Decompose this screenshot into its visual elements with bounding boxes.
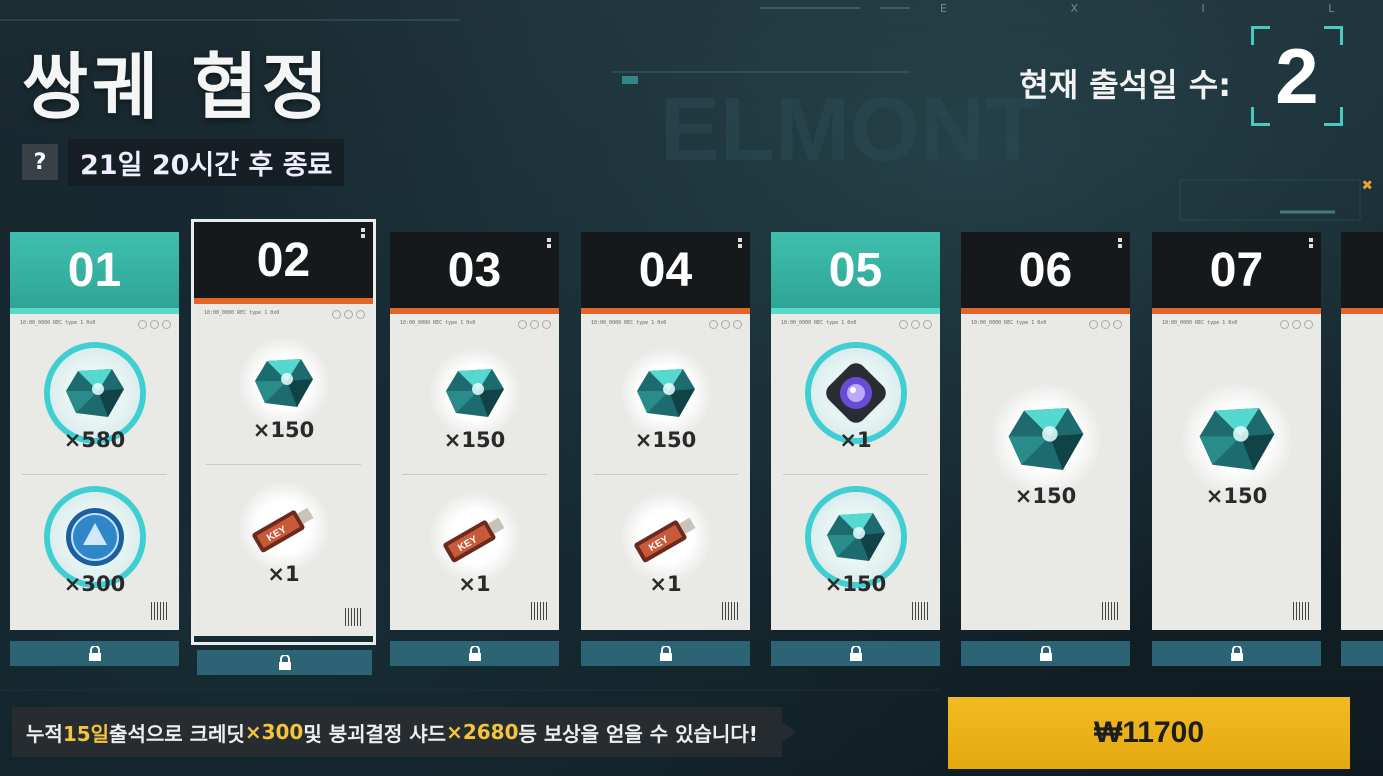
reward-item: ×150 bbox=[194, 338, 373, 442]
crystal-icon bbox=[1181, 384, 1292, 494]
hud-decoration: ✖ bbox=[1362, 175, 1373, 196]
attendance-value: 2 bbox=[1275, 31, 1319, 120]
day-number: 06 bbox=[1018, 243, 1073, 297]
svg-text:ELMONT: ELMONT bbox=[660, 80, 1040, 180]
card-rewards: 10:00_0000 REC type 1 0x0 ×150 bbox=[961, 314, 1130, 630]
day-card-next-partial bbox=[1341, 232, 1383, 630]
reward-item: ×150 bbox=[771, 492, 940, 596]
day-card-header: 01 bbox=[10, 232, 179, 308]
day-number: 05 bbox=[828, 243, 883, 297]
brand-letters: E X I L I U M bbox=[940, 2, 1383, 15]
lock-icon bbox=[849, 645, 862, 661]
attendance-label: 현재 출석일 수: bbox=[1019, 66, 1231, 104]
day-number: 02 bbox=[256, 233, 311, 287]
crystal-icon bbox=[429, 348, 520, 438]
reward-item: ×300 bbox=[10, 492, 179, 596]
lock-icon bbox=[88, 645, 101, 661]
crystal-icon bbox=[49, 348, 140, 438]
crystal-icon bbox=[990, 384, 1101, 494]
reward-qty: ×150 bbox=[443, 428, 506, 452]
lock-bar bbox=[390, 641, 559, 666]
lock-bar bbox=[10, 641, 179, 666]
reward-qty: ×1 bbox=[649, 572, 682, 596]
reward-qty: ×150 bbox=[1014, 484, 1077, 508]
reward-qty: ×150 bbox=[1205, 484, 1268, 508]
crystal-icon bbox=[620, 348, 711, 438]
crystal-icon bbox=[810, 492, 901, 582]
lock-bar bbox=[197, 650, 372, 675]
cumulative-reward-message: 누적 15일 출석으로 크레딧 ×300 및 붕괴결정 샤드 ×2680 등 보… bbox=[12, 707, 796, 757]
day-card-01[interactable]: 01 10:00_0000 REC type 1 0x0 ×580 ×300 bbox=[10, 232, 179, 630]
reward-item: KEY ×1 bbox=[390, 492, 559, 596]
credit-coin-icon bbox=[49, 492, 140, 582]
purchase-button[interactable]: ₩11700 bbox=[948, 697, 1350, 769]
card-rewards: 10:00_0000 REC type 1 0x0 ×580 ×300 bbox=[10, 314, 179, 630]
lock-bar bbox=[961, 641, 1130, 666]
day-number: 01 bbox=[67, 243, 122, 297]
day-card-header: 03 bbox=[390, 232, 559, 308]
reward-qty: ×150 bbox=[824, 572, 887, 596]
lock-bar bbox=[771, 641, 940, 666]
reward-qty: ×150 bbox=[634, 428, 697, 452]
reward-qty: ×1 bbox=[458, 572, 491, 596]
reward-item: KEY ×1 bbox=[194, 482, 373, 586]
lock-icon bbox=[468, 645, 481, 661]
lock-icon bbox=[1230, 645, 1243, 661]
key-icon: KEY bbox=[620, 492, 711, 582]
lock-bar bbox=[1341, 641, 1383, 666]
attendance-value-box: 2 bbox=[1251, 26, 1343, 126]
day-card-02[interactable]: 02 10:00_0000 REC type 1 0x0 ×150 KEY ×1 bbox=[191, 219, 376, 645]
lock-icon bbox=[278, 654, 291, 670]
day-card-header: 04 bbox=[581, 232, 750, 308]
day-card-06[interactable]: 06 10:00_0000 REC type 1 0x0 ×150 bbox=[961, 232, 1130, 630]
day-number: 03 bbox=[447, 243, 502, 297]
lock-icon bbox=[659, 645, 672, 661]
reward-qty: ×580 bbox=[63, 428, 126, 452]
reward-qty: ×300 bbox=[63, 572, 126, 596]
card-rewards: 10:00_0000 REC type 1 0x0 ×150 KEY ×1 bbox=[581, 314, 750, 630]
card-rewards: 10:00_0000 REC type 1 0x0 ×150 KEY ×1 bbox=[390, 314, 559, 630]
reward-item: ×150 bbox=[390, 348, 559, 452]
help-button[interactable]: ? bbox=[22, 144, 58, 180]
key-icon: KEY bbox=[238, 482, 329, 572]
event-timer-row: ? 21일 20시간 후 종료 bbox=[22, 138, 345, 186]
core-device-icon bbox=[810, 348, 901, 438]
day-number: 07 bbox=[1209, 243, 1264, 297]
reward-item: ×150 bbox=[581, 348, 750, 452]
card-rewards: 10:00_0000 REC type 1 0x0 ×150 KEY ×1 bbox=[194, 304, 373, 636]
reward-item: ×580 bbox=[10, 348, 179, 452]
day-card-header: 05 bbox=[771, 232, 940, 308]
card-rewards: 10:00_0000 REC type 1 0x0 ×1 ×150 bbox=[771, 314, 940, 630]
day-card-07[interactable]: 07 10:00_0000 REC type 1 0x0 ×150 bbox=[1152, 232, 1321, 630]
reward-qty: ×1 bbox=[839, 428, 872, 452]
day-card-05[interactable]: 05 10:00_0000 REC type 1 0x0 ×1 ×150 bbox=[771, 232, 940, 630]
key-icon: KEY bbox=[429, 492, 520, 582]
event-timer: 21일 20시간 후 종료 bbox=[68, 138, 345, 186]
day-card-header: 06 bbox=[961, 232, 1130, 308]
card-rewards: 10:00_0000 REC type 1 0x0 ×150 bbox=[1152, 314, 1321, 630]
attendance-counter: 현재 출석일 수: 2 bbox=[1019, 26, 1343, 126]
reward-item: ×150 bbox=[961, 384, 1130, 508]
event-title: 쌍궤 협정 bbox=[22, 45, 333, 129]
day-card-header: 02 bbox=[194, 222, 373, 298]
reward-item: ×1 bbox=[771, 348, 940, 452]
lock-bar bbox=[581, 641, 750, 666]
lock-icon bbox=[1039, 645, 1052, 661]
day-card-03[interactable]: 03 10:00_0000 REC type 1 0x0 ×150 KEY ×1 bbox=[390, 232, 559, 630]
reward-qty: ×1 bbox=[267, 562, 300, 586]
reward-qty: ×150 bbox=[252, 418, 315, 442]
lock-bar bbox=[1152, 641, 1321, 666]
day-card-header: 07 bbox=[1152, 232, 1321, 308]
reward-item: ×150 bbox=[1152, 384, 1321, 508]
crystal-icon bbox=[238, 338, 329, 428]
day-number: 04 bbox=[638, 243, 693, 297]
day-card-04[interactable]: 04 10:00_0000 REC type 1 0x0 ×150 KEY ×1 bbox=[581, 232, 750, 630]
reward-item: KEY ×1 bbox=[581, 492, 750, 596]
